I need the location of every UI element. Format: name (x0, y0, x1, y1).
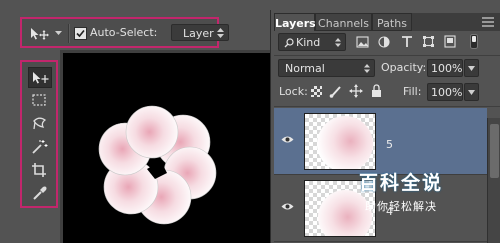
fill-input[interactable]: 100% (427, 83, 463, 101)
watermark-subtitle: 助你轻松解决 (365, 200, 437, 213)
blend-mode-dropdown[interactable]: Normal (278, 59, 375, 77)
opacity-slider-button[interactable] (464, 59, 479, 77)
eye-icon[interactable] (281, 202, 294, 211)
options-separator (68, 24, 70, 43)
search-icon (284, 38, 294, 48)
magic-wand-icon (32, 140, 48, 154)
lock-position-icon[interactable] (349, 84, 363, 98)
rect-marquee-icon (32, 94, 46, 106)
move-tool-icon (33, 72, 49, 84)
layer-thumbnail (304, 113, 376, 170)
divider (274, 55, 500, 56)
tab-channels[interactable]: Channels (315, 13, 372, 31)
filter-kind-label: Kind (296, 36, 321, 49)
updown-arrows-icon (335, 38, 341, 47)
opacity-label: Opacity: (381, 61, 427, 74)
watermark: 百科全说 助你轻松解决 (340, 168, 462, 218)
options-bar: Auto-Select: Layer (20, 17, 229, 48)
chevron-down-icon (468, 90, 475, 95)
updown-arrows-icon (217, 28, 224, 38)
eye-icon[interactable] (281, 135, 294, 144)
blend-mode-value: Normal (285, 62, 325, 75)
fill-label: Fill: (403, 85, 422, 98)
petal-thumbnail-artwork (317, 116, 373, 169)
opacity-value: 100% (431, 62, 463, 75)
lock-transparency-icon[interactable] (311, 86, 322, 97)
crop-icon (32, 163, 46, 177)
auto-select-target-value: Layer (183, 27, 214, 40)
lasso-tool[interactable] (28, 113, 52, 134)
rect-marquee-tool[interactable] (28, 90, 52, 111)
layer-row[interactable]: 5 (274, 108, 487, 175)
panel-tabs: Layers Channels Paths (274, 13, 500, 31)
type-layer-filter-icon[interactable] (401, 35, 413, 48)
auto-select-checkbox[interactable] (74, 27, 87, 40)
adjustment-layer-filter-icon[interactable] (378, 36, 390, 48)
scrollbar-thumb[interactable] (490, 124, 499, 178)
smart-object-filter-icon[interactable] (444, 35, 456, 48)
filter-toggle-icon[interactable] (470, 34, 478, 49)
opacity-input[interactable]: 100% (427, 59, 463, 77)
divider (274, 106, 500, 107)
eyedropper-icon (33, 186, 47, 200)
checkmark-icon (76, 29, 85, 38)
shape-layer-filter-icon[interactable] (422, 35, 435, 48)
auto-select-label: Auto-Select: (90, 26, 158, 39)
lock-image-pixels-icon[interactable] (329, 85, 342, 98)
flower-artwork (98, 105, 217, 225)
tab-paths[interactable]: Paths (372, 13, 412, 31)
document-canvas[interactable] (63, 53, 270, 243)
magic-wand-tool[interactable] (28, 136, 52, 157)
updown-arrows-icon (364, 64, 370, 73)
lasso-icon (33, 117, 47, 130)
auto-select-target-dropdown[interactable]: Layer (171, 24, 229, 41)
filter-kind-dropdown[interactable]: Kind (278, 33, 346, 51)
crop-tool[interactable] (28, 159, 52, 180)
pixel-layer-filter-icon[interactable] (356, 36, 369, 48)
fill-slider-button[interactable] (464, 83, 479, 101)
watermark-title: 百科全说 (358, 172, 443, 194)
move-tool-icon[interactable] (29, 27, 51, 41)
panel-menu-icon[interactable] (481, 16, 495, 28)
chevron-down-icon (468, 66, 475, 71)
tab-layers[interactable]: Layers (274, 13, 316, 31)
eyedropper-tool[interactable] (28, 182, 52, 203)
tools-panel (20, 60, 58, 208)
layers-scrollbar[interactable] (487, 118, 500, 243)
layer-name: 5 (386, 138, 393, 151)
move-tool[interactable] (28, 67, 52, 88)
fill-value: 100% (431, 86, 463, 99)
lock-all-icon[interactable] (371, 84, 382, 97)
lock-label: Lock: (279, 85, 308, 98)
tool-preset-dropdown-icon[interactable] (54, 28, 63, 37)
